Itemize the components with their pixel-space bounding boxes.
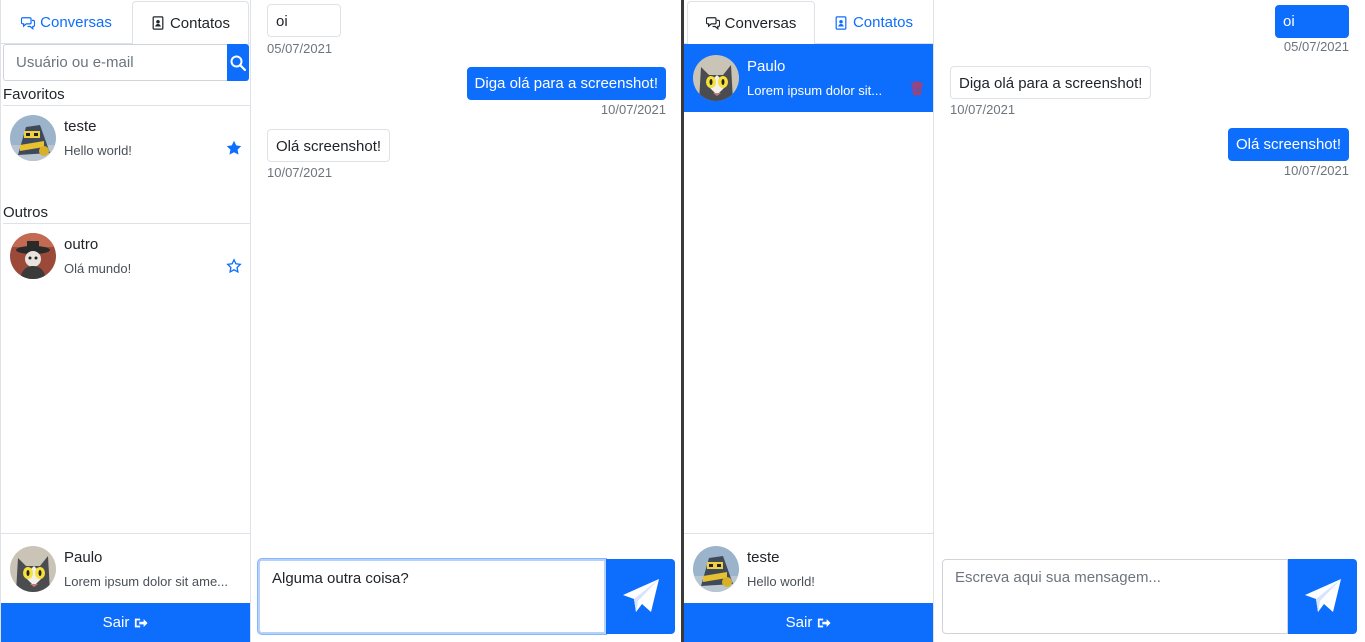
search-button[interactable] xyxy=(227,44,249,81)
contact-last-message: Hello world! xyxy=(64,143,132,158)
message-bubble: Olá screenshot! xyxy=(267,129,391,162)
message-date: 10/07/2021 xyxy=(267,165,333,180)
tab-label: Conversas xyxy=(40,14,112,31)
current-user-info: Paulo Lorem ipsum dolor sit ame... xyxy=(64,548,250,590)
avatar xyxy=(693,546,739,592)
chat-icon xyxy=(21,16,35,30)
logout-icon xyxy=(818,618,831,627)
right-chat-area: oi 05/07/2021 Diga olá para a screenshot… xyxy=(934,0,1365,642)
avatar xyxy=(10,115,56,161)
current-user-status: Hello world! xyxy=(747,573,815,589)
message-date: 10/07/2021 xyxy=(950,102,1016,117)
message-input[interactable] xyxy=(258,559,606,634)
current-user-name: Paulo xyxy=(64,548,103,566)
logout-label: Sair xyxy=(785,614,813,631)
tab-contatos[interactable]: Contatos xyxy=(815,1,932,44)
tab-label: Contatos xyxy=(169,14,231,32)
right-sidebar: Conversas Contatos Paulo Lorem ipsum dol… xyxy=(684,0,934,642)
tab-label: Contatos xyxy=(852,14,914,31)
avatar xyxy=(693,55,739,101)
send-button[interactable] xyxy=(606,559,675,634)
message-composer xyxy=(942,559,1357,634)
conversation-name: Paulo xyxy=(747,58,786,75)
search-input[interactable] xyxy=(3,44,227,81)
contact-card-icon xyxy=(834,16,848,30)
contact-item-outro[interactable]: outro Olá mundo! xyxy=(1,222,250,290)
contact-name: teste xyxy=(64,118,97,135)
current-user-status: Lorem ipsum dolor sit ame... xyxy=(64,573,229,589)
favorites-heading: Favoritos xyxy=(3,86,250,106)
tab-conversas[interactable]: Conversas xyxy=(687,1,815,45)
logout-button[interactable]: Sair xyxy=(684,603,933,642)
avatar xyxy=(10,233,56,279)
current-user-info: teste Hello world! xyxy=(747,548,933,590)
sidebar-tabs: Conversas Contatos xyxy=(684,0,933,45)
others-heading: Outros xyxy=(3,204,250,224)
favorite-toggle[interactable] xyxy=(226,140,242,156)
current-user-name: teste xyxy=(747,548,780,566)
logout-button[interactable]: Sair xyxy=(1,603,250,642)
conversation-info: Paulo Lorem ipsum dolor sit... xyxy=(747,57,933,99)
message-input[interactable] xyxy=(942,559,1288,634)
conversation-last-message: Lorem ipsum dolor sit... xyxy=(747,83,883,98)
trash-icon xyxy=(911,81,923,95)
search-icon xyxy=(230,55,246,71)
contact-info: outro Olá mundo! xyxy=(64,235,250,277)
contact-last-message: Olá mundo! xyxy=(64,261,132,276)
tab-contatos[interactable]: Contatos xyxy=(132,1,249,45)
message-bubble: Olá screenshot! xyxy=(1227,128,1349,161)
message-bubble: Diga olá para a screenshot! xyxy=(950,66,1152,99)
current-user-card: Paulo Lorem ipsum dolor sit ame... xyxy=(1,533,250,603)
left-sidebar: Conversas Contatos Favoritos teste Hello… xyxy=(0,0,251,642)
star-filled-icon xyxy=(226,140,242,155)
chat-icon xyxy=(706,16,720,30)
contact-card-icon xyxy=(151,16,165,30)
left-chat-area: oi 05/07/2021 Diga olá para a screenshot… xyxy=(251,0,682,642)
search-bar xyxy=(3,44,249,81)
send-button[interactable] xyxy=(1288,559,1357,634)
tab-conversas[interactable]: Conversas xyxy=(1,1,132,44)
delete-conversation-button[interactable] xyxy=(909,80,925,96)
avatar xyxy=(10,546,56,592)
logout-label: Sair xyxy=(102,614,130,631)
contact-item-teste[interactable]: teste Hello world! xyxy=(1,104,250,172)
sidebar-tabs: Conversas Contatos xyxy=(1,0,250,45)
message-composer xyxy=(258,559,675,634)
conversation-item-paulo[interactable]: Paulo Lorem ipsum dolor sit... xyxy=(684,44,933,112)
message-date: 10/07/2021 xyxy=(600,102,666,117)
favorite-toggle[interactable] xyxy=(226,258,242,274)
message-bubble: oi xyxy=(267,4,341,37)
tab-label: Conversas xyxy=(724,14,797,32)
message-bubble: oi xyxy=(1275,5,1349,38)
send-icon xyxy=(1303,577,1343,617)
send-icon xyxy=(621,577,661,617)
contact-info: teste Hello world! xyxy=(64,117,250,159)
message-bubble: Diga olá para a screenshot! xyxy=(466,67,666,100)
message-date: 05/07/2021 xyxy=(267,41,333,56)
star-outline-icon xyxy=(226,258,242,274)
contact-name: outro xyxy=(64,236,99,253)
current-user-card: teste Hello world! xyxy=(684,533,933,603)
message-date: 05/07/2021 xyxy=(1283,39,1349,54)
message-date: 10/07/2021 xyxy=(1283,163,1349,178)
logout-icon xyxy=(135,618,148,627)
